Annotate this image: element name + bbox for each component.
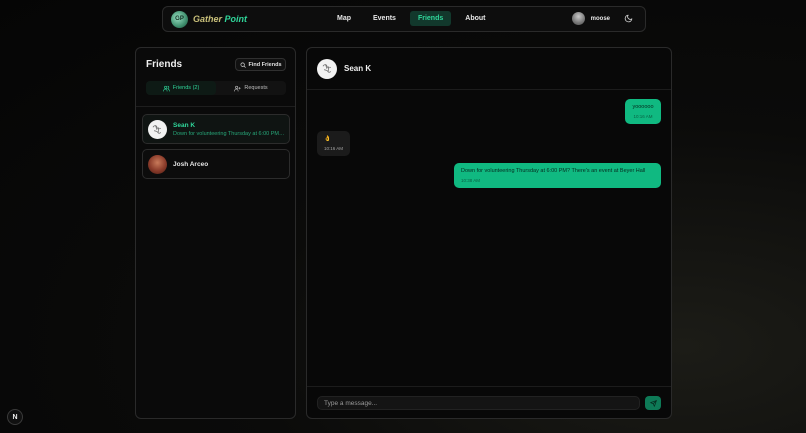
users-icon (162, 85, 170, 91)
panel-divider (136, 106, 295, 107)
friend-name: Josh Arceo (173, 160, 209, 168)
tab-requests-label: Requests (244, 85, 268, 91)
send-button[interactable] (645, 396, 661, 410)
message-input[interactable] (317, 396, 640, 410)
message-bubble-received: 👌 10:16 AM (317, 131, 350, 156)
user-menu[interactable]: moose (571, 12, 633, 25)
moon-icon[interactable] (624, 14, 633, 23)
friend-text: Sean K Down for volunteering Thursday at… (173, 122, 285, 137)
friends-tabs: Friends (2) Requests (146, 81, 286, 95)
message-text: Down for volunteering Thursday at 6:00 P… (461, 168, 646, 174)
message-time: 10:16 AM (324, 146, 344, 151)
friend-name: Sean K (173, 121, 196, 129)
chat-panel: Sean K yoooooo 10:16 AM 👌 10:16 AM Down … (306, 47, 672, 419)
user-avatar[interactable] (571, 12, 585, 25)
chat-contact-avatar[interactable] (317, 58, 337, 79)
friend-avatar-josh-arceo (148, 154, 167, 174)
message-text: 👌 (324, 136, 331, 142)
find-friends-button[interactable]: Find Friends (235, 58, 286, 71)
dev-tools-badge[interactable]: N (7, 409, 23, 425)
user-plus-icon (234, 85, 242, 91)
tab-friends-label: Friends (2) (172, 85, 200, 91)
friend-item-sean-k[interactable]: Sean K Down for volunteering Thursday at… (142, 114, 290, 144)
friend-avatar-sean-k (148, 119, 167, 139)
nav-link-friends[interactable]: Friends (409, 11, 452, 26)
chat-composer (307, 386, 671, 419)
chat-contact-name: Sean K (344, 64, 372, 73)
sketch-avatar-icon (322, 64, 331, 73)
chat-header: Sean K (307, 48, 671, 90)
logo-badge-icon: GP (171, 10, 188, 28)
nav-link-about[interactable]: About (457, 11, 493, 26)
friend-item-josh-arceo[interactable]: Josh Arceo (142, 149, 290, 179)
logo-word-point: Point (224, 14, 248, 24)
nav-links: Map Events Friends About (329, 11, 493, 26)
sketch-avatar-icon (152, 124, 161, 134)
message-bubble-sent: yoooooo 10:16 AM (625, 99, 661, 124)
logo-word-gather: Gather (193, 14, 223, 24)
find-friends-label: Find Friends (248, 61, 282, 68)
nav-link-map[interactable]: Map (329, 11, 359, 26)
message-time: 10:38 AM (461, 178, 481, 183)
message-time: 10:16 AM (633, 114, 653, 119)
app-logo[interactable]: GP Gather Point (171, 10, 247, 28)
tab-friends[interactable]: Friends (2) (146, 81, 216, 95)
username-label[interactable]: moose (591, 16, 610, 22)
top-navbar: GP Gather Point Map Events Friends About… (162, 6, 646, 32)
message-text: yoooooo (632, 104, 654, 110)
search-icon (240, 62, 246, 68)
friends-panel: Friends Find Friends Friends (2) Request… (135, 47, 296, 419)
nav-link-events[interactable]: Events (365, 11, 404, 26)
friend-text: Josh Arceo (173, 161, 208, 168)
logo-text: Gather Point (193, 14, 247, 24)
friend-last-message: Down for volunteering Thursday at 6:00 P… (173, 130, 285, 137)
friends-panel-title: Friends (146, 59, 183, 70)
tab-requests[interactable]: Requests (216, 81, 286, 95)
send-icon (649, 399, 657, 407)
message-bubble-sent: Down for volunteering Thursday at 6:00 P… (454, 163, 661, 188)
